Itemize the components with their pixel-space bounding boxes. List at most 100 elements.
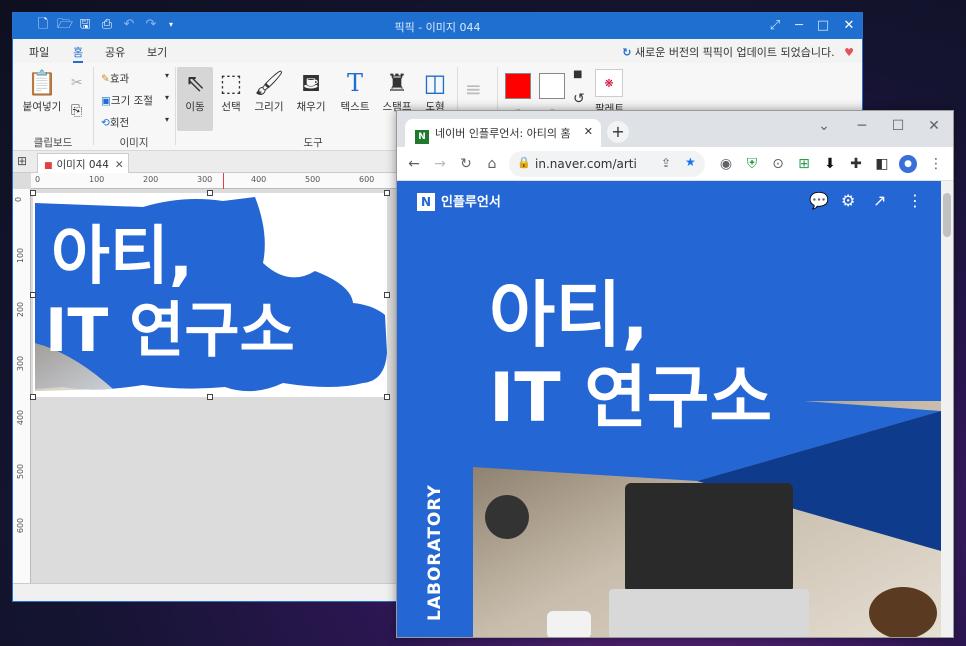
- swap-colors-icon[interactable]: ■: [573, 69, 582, 80]
- scrollbar-thumb[interactable]: [943, 193, 951, 237]
- cut-icon[interactable]: ✂: [71, 75, 83, 91]
- add-extension-icon[interactable]: ⊞: [795, 155, 813, 173]
- group-label-tools: 도구: [303, 137, 323, 149]
- chevron-down-icon[interactable]: ▾: [165, 115, 169, 124]
- menu-tab-home[interactable]: 홈: [73, 44, 84, 63]
- document-tab[interactable]: ■ 이미지 044 ✕: [37, 153, 129, 173]
- chrome-toolbar: ← → ↻ ⌂ 🔒 in.naver.com/arti ⇪ ★ ◉ ⛨ ⊙ ⊞ …: [397, 147, 953, 181]
- hero-title-line1: 아티,: [489, 273, 649, 357]
- tab-search-chevron-icon[interactable]: ⌄: [815, 117, 833, 135]
- copy-icon[interactable]: ⎘: [71, 103, 82, 119]
- image-canvas[interactable]: 아티, IT 연구소: [30, 190, 390, 400]
- paint-bucket-icon: ⛾: [301, 69, 321, 97]
- ruler-tick: 100: [89, 175, 105, 184]
- ruler-tick: 400: [16, 409, 26, 426]
- forward-icon[interactable]: →: [431, 155, 449, 173]
- more-icon[interactable]: ⋮: [907, 191, 923, 210]
- page-scrollbar[interactable]: [941, 181, 953, 637]
- kebab-menu-icon[interactable]: ⋮: [927, 155, 945, 173]
- minimize-button[interactable]: ─: [853, 117, 871, 135]
- heart-icon[interactable]: ♥: [844, 46, 854, 59]
- brush-icon: 🖌: [253, 69, 285, 97]
- artwork-text-line2: IT 연구소: [45, 296, 295, 366]
- close-button[interactable]: ✕: [925, 117, 943, 135]
- close-tab-icon[interactable]: ✕: [584, 125, 593, 138]
- ruler-tick: 300: [16, 355, 26, 372]
- ruler-tick: 400: [251, 175, 267, 184]
- text-tool-label: 텍스트: [340, 101, 370, 113]
- paste-button[interactable]: 📋 붙여넣기: [21, 67, 63, 131]
- grid-view-icon[interactable]: ⊞: [17, 154, 27, 168]
- puzzle-icon[interactable]: ✚: [847, 155, 865, 173]
- resize-handle[interactable]: [30, 190, 36, 196]
- new-tab-button[interactable]: +: [607, 121, 629, 143]
- update-notice[interactable]: ↻ 새로운 버전의 픽픽이 업데이트 되었습니다. ♥: [622, 44, 854, 60]
- address-bar[interactable]: 🔒 in.naver.com/arti ⇪ ★: [509, 151, 705, 177]
- reset-colors-icon[interactable]: ↺: [573, 91, 585, 107]
- menu-tab-view[interactable]: 보기: [147, 44, 167, 60]
- effects-button[interactable]: ✎효과: [101, 71, 129, 86]
- rotate-button[interactable]: ⟲회전: [101, 115, 129, 130]
- menu-tab-share[interactable]: 공유: [105, 44, 125, 60]
- paste-label: 붙여넣기: [22, 101, 62, 113]
- group-label-image: 이미지: [119, 137, 149, 149]
- maximize-button[interactable]: □: [813, 16, 833, 36]
- resize-handle[interactable]: [384, 190, 390, 196]
- settings-icon[interactable]: ⚙: [841, 191, 855, 210]
- chat-icon[interactable]: 💬: [809, 191, 829, 210]
- reload-icon[interactable]: ↻: [457, 155, 475, 173]
- menu-tab-file[interactable]: 파일: [29, 44, 49, 60]
- resize-handle[interactable]: [30, 394, 36, 400]
- maximize-button[interactable]: ☐: [889, 117, 907, 135]
- shield-extension-icon[interactable]: ⛨: [743, 155, 761, 173]
- browser-tab[interactable]: N 네이버 인플루언서: 아티의 홈 ✕: [405, 119, 601, 147]
- resize-handle[interactable]: [207, 394, 213, 400]
- palette-icon[interactable]: ❋: [595, 69, 623, 97]
- color1-swatch[interactable]: [505, 73, 531, 99]
- camera-icon[interactable]: ⊙: [769, 155, 787, 173]
- naver-influencer-page: N 인플루언서 💬 ⚙ ↗ ⋮ 아티, IT 연구소 LABORATORY: [397, 181, 941, 637]
- picpick-menu-bar: 파일 홈 공유 보기 ↻ 새로운 버전의 픽픽이 업데이트 되었습니다. ♥: [13, 39, 862, 63]
- brand-logo[interactable]: N 인플루언서: [417, 191, 501, 211]
- color2-swatch[interactable]: [539, 73, 565, 99]
- download-icon[interactable]: ⬇: [821, 155, 839, 173]
- ribbon-separator: [175, 67, 176, 145]
- text-tool[interactable]: T 텍스트: [337, 67, 373, 131]
- naver-favicon: N: [415, 130, 429, 144]
- group-label-clipboard: 클립보드: [33, 137, 73, 149]
- ruler-tick: 100: [16, 247, 26, 264]
- stats-icon[interactable]: ↗: [873, 191, 886, 210]
- profile-avatar[interactable]: ●: [899, 155, 917, 173]
- minimize-button[interactable]: ─: [789, 16, 809, 36]
- chevron-down-icon[interactable]: ▾: [165, 93, 169, 102]
- resize-handle[interactable]: [30, 292, 36, 298]
- sidebar-icon[interactable]: ◧: [873, 155, 891, 173]
- clipboard-icon: 📋: [27, 69, 57, 97]
- resize-button[interactable]: ▣크기 조절: [101, 93, 153, 108]
- hero-title-line2: IT 연구소: [489, 359, 773, 438]
- share-icon[interactable]: ⇪: [661, 156, 671, 170]
- resize-handle[interactable]: [384, 394, 390, 400]
- lock-icon: 🔒: [517, 156, 531, 169]
- artwork-text-line1: 아티,: [51, 220, 194, 294]
- document-icon: ■: [44, 161, 53, 171]
- fill-tool[interactable]: ⛾ 채우기: [293, 67, 329, 131]
- chevron-down-icon[interactable]: ▾: [165, 71, 169, 80]
- line-width-icon[interactable]: ≡: [465, 77, 482, 101]
- resize-handle[interactable]: [207, 190, 213, 196]
- close-tab-icon[interactable]: ✕: [115, 159, 124, 171]
- expand-icon[interactable]: ⤢: [765, 16, 785, 36]
- picpick-title-bar: 🗋 🗁 🖫 ⎙ ↶ ↷ ▾ 픽픽 - 이미지 044 ⤢ ─ □ ✕: [13, 13, 862, 39]
- ruler-tick: 500: [305, 175, 321, 184]
- close-button[interactable]: ✕: [839, 16, 859, 36]
- extension-icon[interactable]: ◉: [717, 155, 735, 173]
- select-tool[interactable]: ⬚ 선택: [213, 67, 249, 131]
- ruler-tick: 200: [143, 175, 159, 184]
- picpick-window-title: 픽픽 - 이미지 044: [394, 21, 481, 34]
- bookmark-star-icon[interactable]: ★: [685, 155, 696, 169]
- resize-handle[interactable]: [384, 292, 390, 298]
- home-icon[interactable]: ⌂: [483, 155, 501, 173]
- draw-tool[interactable]: 🖌 그리기: [251, 67, 287, 131]
- move-tool[interactable]: ⇖ 이동: [177, 67, 213, 131]
- back-icon[interactable]: ←: [405, 155, 423, 173]
